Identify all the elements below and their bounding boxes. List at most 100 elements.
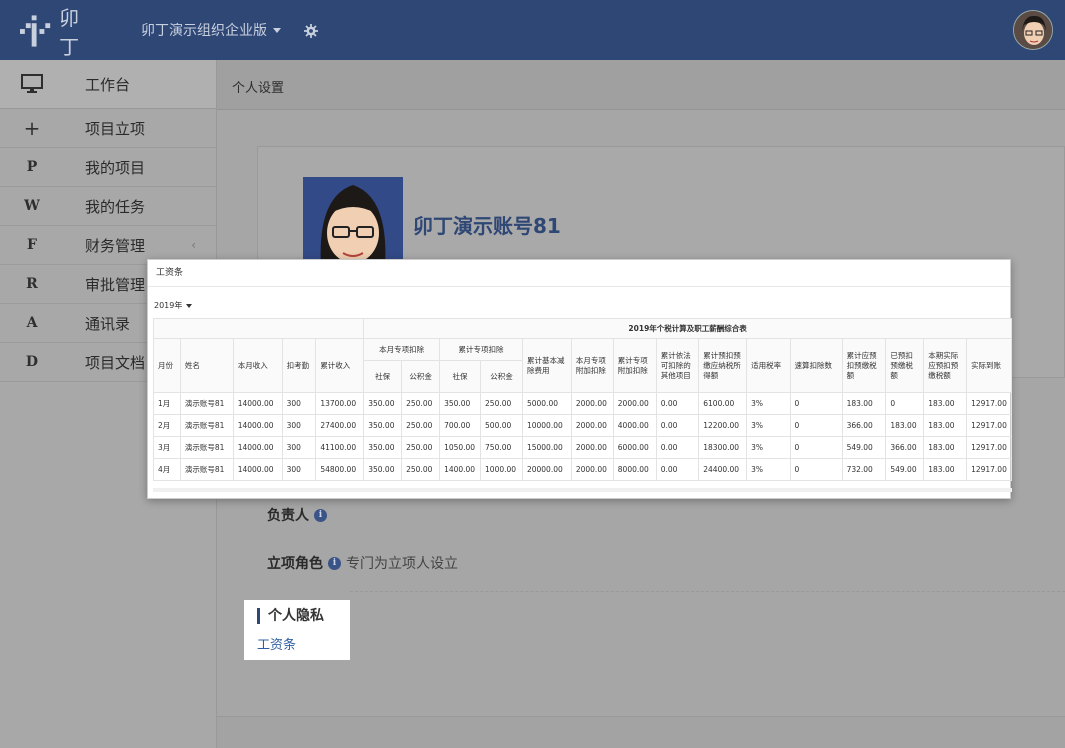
sidebar-item-label: 项目立项 bbox=[85, 119, 146, 138]
table-cell: 12917.00 bbox=[966, 414, 1012, 437]
table-cell: 700.00 bbox=[439, 414, 482, 437]
table-cell: 0 bbox=[885, 392, 925, 415]
table-cell: 250.00 bbox=[401, 458, 441, 481]
app-logo[interactable]: 卯丁 bbox=[20, 6, 100, 59]
column-header: 扣考勤 bbox=[281, 338, 317, 393]
sidebar-item-label: 财务管理 bbox=[85, 236, 146, 255]
column-header: 累计基本减除费用 bbox=[521, 338, 572, 393]
table-cell: 8000.00 bbox=[612, 458, 657, 481]
divider bbox=[350, 591, 1065, 592]
footer bbox=[217, 716, 1065, 748]
year-dropdown[interactable]: 2019年 bbox=[154, 300, 193, 311]
table-row: 1月 演示账号81 14000.00 300 13700.00 350.00 250.00 3… bbox=[153, 392, 1012, 415]
info-icon[interactable]: i bbox=[314, 508, 327, 522]
table-cell: 732.00 bbox=[841, 458, 887, 481]
profile-name: 卯丁演示账号81 bbox=[413, 214, 561, 238]
column-header: 公积金 bbox=[401, 360, 441, 393]
table-cell: 183.00 bbox=[923, 436, 968, 459]
letter-a-icon: A bbox=[26, 315, 38, 331]
sidebar-item-label: 我的项目 bbox=[85, 158, 146, 177]
table-cell: 350.00 bbox=[363, 458, 403, 481]
avatar-icon bbox=[1014, 11, 1052, 49]
table-cell: 12917.00 bbox=[966, 458, 1012, 481]
letter-w-icon: W bbox=[24, 198, 40, 214]
letter-p-icon: P bbox=[26, 159, 38, 175]
org-selector[interactable]: 卯丁演示组织企业版 bbox=[141, 20, 281, 40]
table-cell: 250.00 bbox=[480, 392, 523, 415]
table-cell: 14000.00 bbox=[232, 458, 283, 481]
letter-f-icon: F bbox=[27, 237, 37, 253]
letter-r-icon: R bbox=[26, 276, 38, 292]
table-cell: 4月 bbox=[153, 458, 181, 481]
table-cell: 15000.00 bbox=[521, 436, 572, 459]
table-cell: 250.00 bbox=[401, 392, 441, 415]
user-avatar[interactable] bbox=[1013, 10, 1053, 50]
sidebar-item-label: 审批管理 bbox=[85, 275, 146, 294]
column-header: 速算扣除数 bbox=[789, 338, 843, 393]
table-cell: 366.00 bbox=[841, 414, 887, 437]
table-cell: 0.00 bbox=[655, 436, 700, 459]
table-cell: 18300.00 bbox=[698, 436, 748, 459]
caret-down-icon bbox=[273, 27, 281, 33]
table-cell: 54800.00 bbox=[315, 458, 365, 481]
horizontal-scrollbar[interactable] bbox=[153, 488, 1012, 492]
table-cell: 12917.00 bbox=[966, 392, 1012, 415]
table-cell: 2000.00 bbox=[570, 414, 614, 437]
monitor-icon bbox=[0, 74, 64, 94]
table-cell: 0 bbox=[789, 392, 843, 415]
table-cell: 350.00 bbox=[363, 392, 403, 415]
sidebar-item-my-tasks[interactable]: W 我的任务 bbox=[0, 187, 216, 226]
payslip-table-wrapper[interactable]: 2019年个税计算及职工薪酬综合表 月份 姓名 本月收入 扣考勤 累计收入 本月… bbox=[153, 318, 1012, 484]
sidebar-item-my-projects[interactable]: P 我的项目 bbox=[0, 148, 216, 187]
table-cell: 0 bbox=[789, 458, 843, 481]
column-header: 姓名 bbox=[179, 338, 234, 393]
role-label: 立项角色 bbox=[267, 556, 323, 572]
table-cell: 183.00 bbox=[923, 458, 968, 481]
table-cell: 3月 bbox=[153, 436, 181, 459]
table-cell: 3% bbox=[746, 414, 791, 437]
table-cell: 24400.00 bbox=[698, 458, 748, 481]
column-header: 累计专项附加扣除 bbox=[612, 338, 657, 393]
info-icon[interactable]: i bbox=[328, 556, 341, 570]
table-cell: 6100.00 bbox=[698, 392, 748, 415]
table-cell: 250.00 bbox=[401, 414, 441, 437]
table-cell: 6000.00 bbox=[612, 436, 657, 459]
table-cell: 27400.00 bbox=[315, 414, 365, 437]
table-cell: 1000.00 bbox=[480, 458, 523, 481]
breadcrumb-bar: 个人设置 bbox=[217, 60, 1065, 110]
letter-d-icon: D bbox=[25, 354, 39, 370]
table-cell: 3% bbox=[746, 436, 791, 459]
table-cell: 183.00 bbox=[885, 414, 925, 437]
logo-text: 卯丁 bbox=[59, 6, 81, 59]
column-header: 实际到账 bbox=[966, 338, 1012, 393]
table-cell: 300 bbox=[281, 414, 317, 437]
payslip-link[interactable]: 工资条 bbox=[257, 634, 296, 653]
logo-mark-icon bbox=[20, 15, 51, 47]
table-cell: 183.00 bbox=[923, 392, 968, 415]
column-header: 适用税率 bbox=[746, 338, 791, 393]
table-cell: 1400.00 bbox=[439, 458, 482, 481]
column-header: 公积金 bbox=[480, 360, 523, 393]
table-cell: 549.00 bbox=[885, 458, 925, 481]
table-cell: 14000.00 bbox=[232, 436, 283, 459]
table-cell: 0 bbox=[789, 436, 843, 459]
table-cell: 2000.00 bbox=[570, 458, 614, 481]
column-header: 月份 bbox=[153, 338, 181, 393]
table-cell: 5000.00 bbox=[521, 392, 572, 415]
table-cell: 0.00 bbox=[655, 414, 700, 437]
table-cell: 2000.00 bbox=[612, 392, 657, 415]
owner-field: 负责人 i bbox=[267, 505, 327, 525]
sidebar-item-new-project[interactable]: + 项目立项 bbox=[0, 109, 216, 148]
sidebar-item-label: 工作台 bbox=[85, 75, 131, 94]
modal-title: 工资条 bbox=[148, 260, 1010, 287]
table-cell: 300 bbox=[281, 458, 317, 481]
table-cell: 350.00 bbox=[363, 436, 403, 459]
gear-icon[interactable] bbox=[304, 24, 318, 38]
table-cell: 0.00 bbox=[655, 392, 700, 415]
table-cell: 2000.00 bbox=[570, 392, 614, 415]
table-body: 1月 演示账号81 14000.00 300 13700.00 350.00 250.00 3… bbox=[153, 392, 1012, 481]
table-cell: 366.00 bbox=[885, 436, 925, 459]
sidebar-item-workbench[interactable]: 工作台 bbox=[0, 60, 216, 109]
profile-photo[interactable] bbox=[303, 177, 403, 267]
table-cell: 12200.00 bbox=[698, 414, 748, 437]
